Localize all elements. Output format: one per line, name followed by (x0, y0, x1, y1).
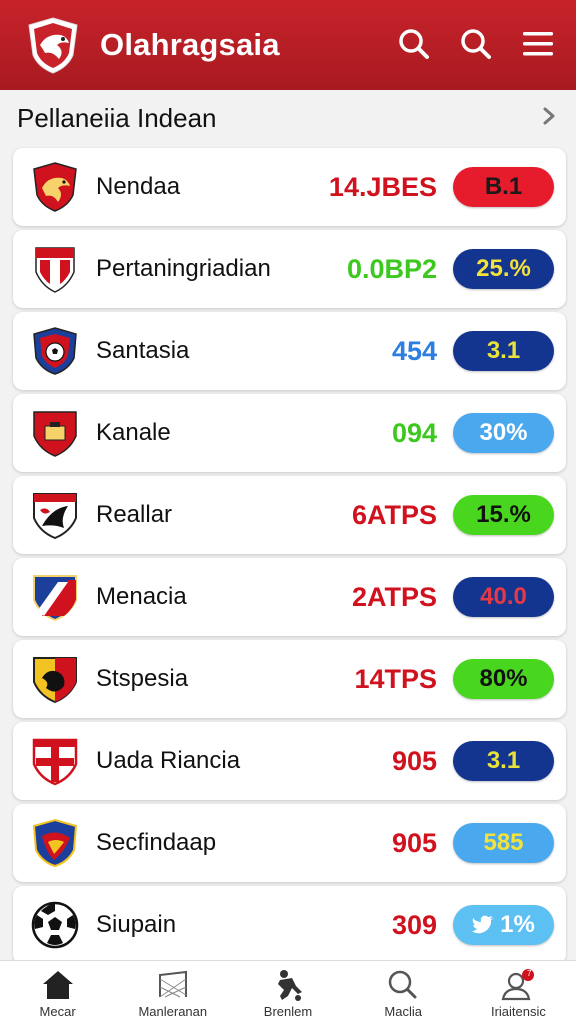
team-name: Siupain (96, 911, 177, 938)
badge-label: 25.% (476, 255, 531, 282)
crest-lion-icon (25, 649, 85, 709)
crest-shield-icon (25, 403, 85, 463)
badge-label: 3.1 (486, 337, 521, 364)
team-row[interactable]: Reallar 6ATPS 15.% (13, 476, 566, 554)
team-stat: 454 (391, 335, 437, 366)
team-row[interactable]: Menacia 2ATPS 40.0 (13, 558, 566, 636)
chevron-right-icon[interactable] (542, 106, 556, 131)
team-row[interactable]: Santasia 454 3.1 (13, 312, 566, 390)
badge-label: 1% (500, 911, 535, 938)
section-header[interactable]: Pellaneiia Indean (0, 90, 576, 146)
nav-item-profile[interactable]: 7 Iriaitensic (461, 961, 576, 1025)
score-badge[interactable]: 30% (453, 413, 554, 453)
badge-label: 40.0 (480, 583, 527, 610)
score-badge[interactable]: 3.1 (453, 331, 554, 371)
team-stat: 2ATPS (351, 581, 437, 612)
score-badge[interactable]: B.1 (453, 167, 554, 207)
team-name: Menacia (96, 583, 187, 610)
profile-notification-icon: 7 (500, 968, 536, 1002)
team-name: Nendaa (96, 173, 181, 200)
team-list: Nendaa 14.JBES B.1 Pertaningriadian 0.0B… (13, 148, 566, 968)
badge-label: B.1 (484, 173, 523, 200)
team-name: Pertaningriadian (96, 255, 271, 282)
team-name: Kanale (96, 419, 171, 446)
badge-label: 30% (479, 419, 528, 446)
search-icon[interactable] (458, 24, 494, 64)
team-row[interactable]: Kanale 094 30% (13, 394, 566, 472)
team-name: Santasia (96, 337, 190, 364)
score-badge[interactable]: 40.0 (453, 577, 554, 617)
nav-label: Iriaitensic (490, 1003, 546, 1019)
team-crest-logo-icon[interactable] (22, 14, 84, 76)
badge-label: 80% (479, 665, 528, 692)
nav-label: Brenlem (263, 1003, 313, 1019)
team-row[interactable]: Pertaningriadian 0.0BP2 25.% (13, 230, 566, 308)
team-stat: 309 (391, 909, 437, 940)
team-row[interactable]: Siupain 309 1% (13, 886, 566, 964)
crest-bird-icon (25, 157, 85, 217)
team-stat: 905 (391, 745, 437, 776)
team-row[interactable]: Stspesia 14TPS 80% (13, 640, 566, 718)
bird-icon (472, 915, 496, 935)
nav-item-player[interactable]: Brenlem (230, 961, 345, 1025)
score-badge[interactable]: 80% (453, 659, 554, 699)
team-name: Reallar (96, 501, 173, 528)
search-icon[interactable] (396, 24, 432, 64)
score-badge[interactable]: 3.1 (453, 741, 554, 781)
badge-label: 3.1 (486, 747, 521, 774)
team-stat: 0.0BP2 (346, 253, 437, 284)
crest-ball-icon (25, 321, 85, 381)
crest-wing-icon (25, 813, 85, 873)
team-stat: 14.JBES (328, 171, 437, 202)
nav-label: Maclia (384, 1003, 422, 1019)
badge-label: 15.% (476, 501, 531, 528)
nav-label: Manleranan (138, 1003, 208, 1019)
team-stat: 094 (391, 417, 437, 448)
badge-label: 585 (483, 829, 524, 856)
score-badge[interactable]: 585 (453, 823, 554, 863)
score-badge[interactable]: 25.% (453, 249, 554, 289)
goal-net-icon (155, 968, 191, 1002)
team-row[interactable]: Nendaa 14.JBES B.1 (13, 148, 566, 226)
soccer-ball-icon (25, 895, 85, 955)
team-stat: 905 (391, 827, 437, 858)
crest-swirl-icon (25, 485, 85, 545)
score-badge[interactable]: 1% (453, 905, 554, 945)
search-icon (387, 968, 419, 1002)
notification-badge: 7 (526, 968, 532, 978)
bottom-navigation: Mecar Manleranan Brenlem Maclia 7 Iriait… (0, 960, 576, 1025)
nav-item-goal[interactable]: Manleranan (115, 961, 230, 1025)
player-kick-icon (270, 968, 306, 1002)
team-stat: 6ATPS (351, 499, 437, 530)
team-row[interactable]: Uada Riancia 905 3.1 (13, 722, 566, 800)
team-name: Stspesia (96, 665, 189, 692)
menu-icon[interactable] (520, 24, 556, 64)
nav-item-home[interactable]: Mecar (0, 961, 115, 1025)
team-stat: 14TPS (354, 663, 437, 694)
app-title: Olahragsaia (100, 27, 280, 62)
nav-item-search[interactable]: Maclia (346, 961, 461, 1025)
score-badge[interactable]: 15.% (453, 495, 554, 535)
team-name: Uada Riancia (96, 747, 241, 774)
nav-label: Mecar (39, 1003, 76, 1019)
crest-diagonal-icon (25, 567, 85, 627)
crest-cross-icon (25, 731, 85, 791)
section-title: Pellaneiia Indean (17, 102, 217, 133)
team-name: Secfindaap (96, 829, 217, 856)
home-icon (40, 968, 76, 1002)
crest-red-white-icon (25, 239, 85, 299)
team-row[interactable]: Secfindaap 905 585 (13, 804, 566, 882)
app-header: Olahragsaia (0, 0, 576, 90)
